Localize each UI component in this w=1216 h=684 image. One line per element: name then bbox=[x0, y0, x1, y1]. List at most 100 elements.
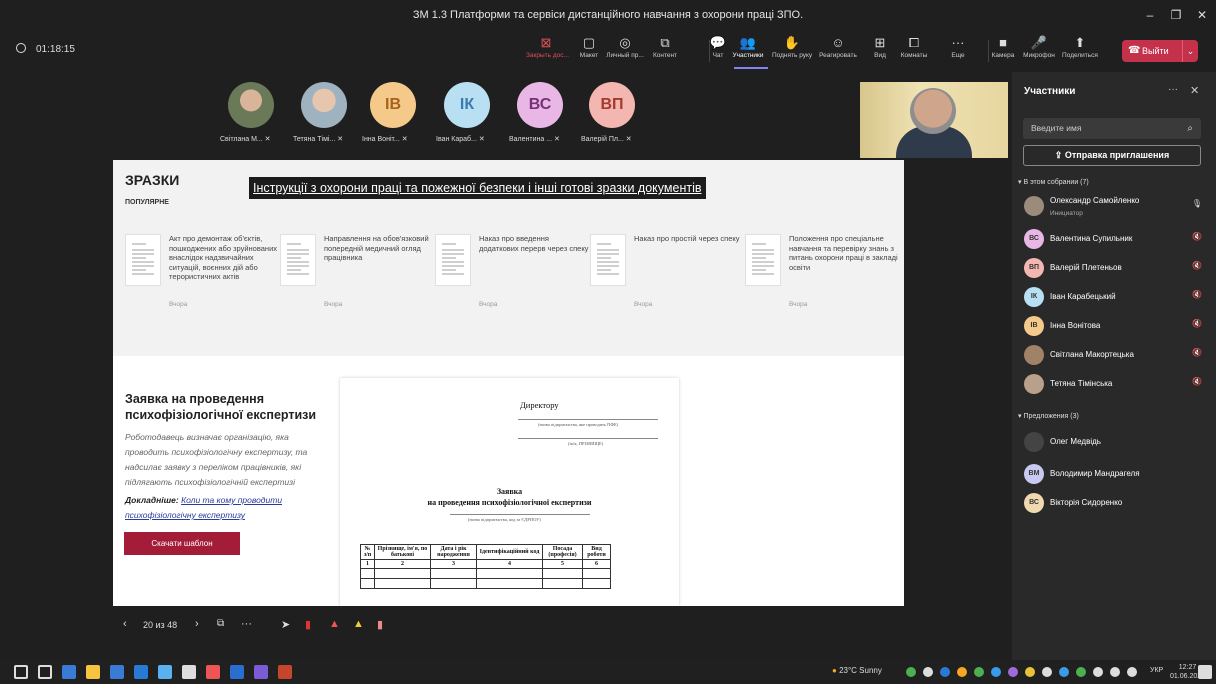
doc-card[interactable]: Наказ про простій через спеку Вчора bbox=[590, 234, 740, 314]
leave-button[interactable]: ☎ Выйти ⌄ bbox=[1122, 40, 1198, 62]
participant-avatar[interactable]: ВП bbox=[589, 82, 635, 128]
file-explorer-icon[interactable] bbox=[86, 665, 100, 679]
tray-icon[interactable] bbox=[923, 667, 933, 677]
tray-icon[interactable] bbox=[906, 667, 916, 677]
minimize-button[interactable]: – bbox=[1138, 6, 1162, 24]
participant-avatar[interactable] bbox=[228, 82, 274, 128]
snipping-icon[interactable] bbox=[134, 665, 148, 679]
language-indicator[interactable]: УКР bbox=[1150, 667, 1163, 674]
tray-icon[interactable] bbox=[1042, 667, 1052, 677]
toolbar-camera-button[interactable]: ■ Камера bbox=[983, 34, 1023, 68]
participant-row[interactable]: Світлана Макортецька 🔇 bbox=[1024, 345, 1208, 367]
participant-row[interactable]: ІВ Інна Вонітова 🔇 bbox=[1024, 316, 1208, 338]
toolbar-raise-hand-button[interactable]: ✋ Поднять руку bbox=[772, 34, 812, 68]
participant-avatar[interactable]: ІК bbox=[444, 82, 490, 128]
mic-off-icon[interactable]: 🔇 bbox=[1192, 377, 1202, 386]
toolbar-share-button[interactable]: ⬆ Поделиться bbox=[1060, 34, 1100, 68]
mic-off-icon[interactable]: 🔇 bbox=[1192, 261, 1202, 270]
participant-row[interactable]: Олександр Самойленко Инициатор 🎙 bbox=[1024, 196, 1208, 218]
more-options-icon[interactable]: ··· bbox=[1168, 84, 1178, 95]
participant-row[interactable]: ВС Валентина Супильник 🔇 bbox=[1024, 229, 1208, 251]
tray-icon[interactable] bbox=[974, 667, 984, 677]
weather-text: 23°C Sunny bbox=[839, 666, 882, 675]
next-slide-icon[interactable]: › bbox=[195, 618, 199, 630]
close-window-button[interactable]: ✕ bbox=[1190, 6, 1214, 24]
clock[interactable]: 12:27 01.06.2023 bbox=[1170, 663, 1205, 681]
pen-pink-icon[interactable]: ▲ bbox=[329, 618, 340, 630]
powerpoint-icon[interactable] bbox=[278, 665, 292, 679]
weather-widget[interactable]: ● 23°C Sunny bbox=[832, 666, 882, 675]
download-template-button[interactable]: Скачати шаблон bbox=[124, 532, 240, 555]
start-icon[interactable] bbox=[14, 665, 28, 679]
edge-icon[interactable] bbox=[158, 665, 172, 679]
send-invite-button[interactable]: ⇪ Отправка приглашения bbox=[1023, 145, 1201, 166]
tray-icon[interactable] bbox=[1093, 667, 1103, 677]
participant-row[interactable]: Олег Медвідь bbox=[1024, 432, 1208, 454]
store-icon[interactable] bbox=[62, 665, 76, 679]
close-icon[interactable]: ✕ bbox=[1190, 84, 1199, 97]
tray-icon[interactable] bbox=[1076, 667, 1086, 677]
doc-title[interactable]: Направлення на обов'язковий попередній м… bbox=[324, 234, 434, 263]
mail-icon[interactable] bbox=[110, 665, 124, 679]
toolbar-stop-sharing-button[interactable]: ⊠ Закрыть дос... bbox=[526, 34, 569, 68]
tray-icon[interactable] bbox=[1059, 667, 1069, 677]
mic-off-icon[interactable]: 🔇 bbox=[1192, 348, 1202, 357]
mic-off-icon[interactable]: 🔇 bbox=[1192, 232, 1202, 241]
participants-icon: 👥 bbox=[739, 35, 757, 50]
pen-red-icon[interactable]: ▮ bbox=[305, 618, 311, 631]
chrome-icon[interactable] bbox=[206, 665, 220, 679]
doc-card[interactable]: Акт про демонтаж об'єктів, пошкоджених а… bbox=[125, 234, 277, 314]
word-icon[interactable] bbox=[230, 665, 244, 679]
pointer-icon[interactable]: ➤ bbox=[281, 618, 290, 631]
tray-icon[interactable] bbox=[1025, 667, 1035, 677]
prev-slide-icon[interactable]: ‹ bbox=[123, 618, 127, 630]
participant-avatar[interactable]: ВС bbox=[517, 82, 563, 128]
doc-card[interactable]: Наказ про введення додаткових перерв чер… bbox=[435, 234, 588, 314]
teams-icon[interactable] bbox=[254, 665, 268, 679]
tray-icon[interactable] bbox=[957, 667, 967, 677]
toolbar-rooms-button[interactable]: ⧠ Комнаты bbox=[894, 34, 934, 68]
maximize-button[interactable]: ❐ bbox=[1164, 6, 1188, 24]
participant-row[interactable]: Тетяна Тімінська 🔇 bbox=[1024, 374, 1208, 396]
task-view-icon[interactable] bbox=[38, 665, 52, 679]
toolbar-personal-button[interactable]: ◎ Личный пр... bbox=[605, 34, 645, 68]
toolbar-participants-button[interactable]: 👥 Участники bbox=[728, 34, 768, 68]
eraser-icon[interactable]: ▮ bbox=[377, 618, 383, 631]
doc-thumbnail bbox=[125, 234, 161, 286]
search-input[interactable]: Введите имя ⌕ bbox=[1023, 118, 1201, 139]
participant-row[interactable]: ВП Валерій Плетеньов 🔇 bbox=[1024, 258, 1208, 280]
chevron-down-icon[interactable]: ⌄ bbox=[1182, 40, 1198, 62]
tray-icon[interactable] bbox=[940, 667, 950, 677]
participant-row[interactable]: ІК Іван Карабецький 🔇 bbox=[1024, 287, 1208, 309]
participant-avatar[interactable]: ІВ bbox=[370, 82, 416, 128]
participant-row[interactable]: ВМ Володимир Мандрагеля bbox=[1024, 464, 1208, 486]
toolbar-content-button[interactable]: ⧉ Контент bbox=[645, 34, 685, 68]
participant-row[interactable]: ВС Вікторія Сидоренко bbox=[1024, 493, 1208, 515]
toolbar-react-button[interactable]: ☺ Реагировать bbox=[818, 34, 858, 68]
doc-title[interactable]: Наказ про простій через спеку bbox=[634, 234, 744, 244]
presenter-video[interactable] bbox=[860, 82, 1008, 158]
doc-title[interactable]: Положення про спеціальне навчання та пер… bbox=[789, 234, 899, 272]
doc-card[interactable]: Положення про спеціальне навчання та пер… bbox=[745, 234, 898, 314]
more-options-icon[interactable]: ··· bbox=[241, 618, 252, 630]
grid-view-icon[interactable]: ⧉ bbox=[217, 618, 224, 629]
mic-icon[interactable]: 🎙 bbox=[1192, 199, 1202, 208]
in-meeting-section[interactable]: ▾ В этом собрании (7) bbox=[1018, 178, 1089, 186]
mic-off-icon[interactable]: 🔇 bbox=[1192, 290, 1202, 299]
tray-icon[interactable] bbox=[1110, 667, 1120, 677]
toolbar-more-button[interactable]: ··· Еще bbox=[938, 34, 978, 68]
obs-icon[interactable] bbox=[182, 665, 196, 679]
doc-title[interactable]: Акт про демонтаж об'єктів, пошкоджених а… bbox=[169, 234, 279, 282]
tray-icon[interactable] bbox=[1127, 667, 1137, 677]
suggestions-section[interactable]: ▾ Предложения (3) bbox=[1018, 412, 1079, 420]
tray-icon[interactable] bbox=[1008, 667, 1018, 677]
toolbar-layout-button[interactable]: ▢ Макет bbox=[569, 34, 609, 68]
doc-card[interactable]: Направлення на обов'язковий попередній м… bbox=[280, 234, 430, 314]
participant-name-label: Світлана М... ✕ bbox=[220, 135, 271, 143]
toolbar-microphone-button[interactable]: 🎤 Микрофон bbox=[1019, 34, 1059, 68]
highlighter-icon[interactable]: ▲ bbox=[353, 618, 364, 630]
participant-avatar[interactable] bbox=[301, 82, 347, 128]
mic-off-icon[interactable]: 🔇 bbox=[1192, 319, 1202, 328]
tray-icon[interactable] bbox=[991, 667, 1001, 677]
doc-title[interactable]: Наказ про введення додаткових перерв чер… bbox=[479, 234, 589, 253]
